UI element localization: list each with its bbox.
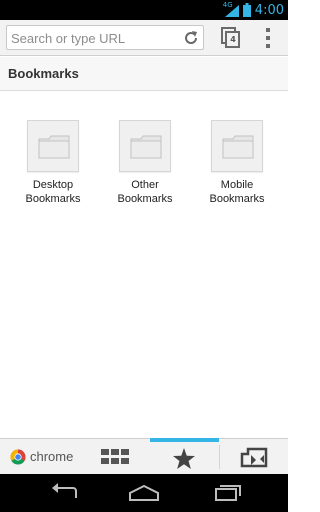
folder-icon	[38, 135, 70, 159]
signal-icon: 4G	[223, 1, 239, 17]
folder-label-line1: Other	[131, 179, 159, 191]
recent-apps-icon	[215, 485, 241, 501]
tab-switcher-button[interactable]: 4	[221, 27, 241, 49]
folder-mobile-bookmarks[interactable]: Mobile Bookmarks	[201, 120, 273, 206]
tab-count: 4	[230, 35, 236, 44]
back-button[interactable]	[44, 480, 84, 506]
tab-most-visited[interactable]	[80, 439, 150, 475]
grid-icon	[101, 449, 129, 464]
reload-icon[interactable]	[182, 29, 200, 47]
url-input[interactable]	[11, 28, 181, 48]
tab-bookmarks[interactable]	[150, 438, 219, 475]
folder-label-line1: Mobile	[220, 179, 254, 191]
folder-label-line2: Bookmarks	[25, 193, 81, 205]
home-icon	[129, 484, 159, 501]
chrome-brand-text: chrome	[30, 449, 74, 464]
bottom-tab-bar: chrome	[0, 438, 288, 474]
chrome-logo-icon	[10, 449, 26, 465]
clock: 4:00	[254, 2, 284, 18]
browser-toolbar: 4	[0, 20, 288, 56]
omnibox[interactable]	[6, 25, 204, 50]
page-title: Bookmarks	[8, 66, 79, 81]
folder-icon	[222, 135, 254, 159]
folder-thumbnail	[119, 120, 171, 172]
folder-other-bookmarks[interactable]: Other Bookmarks	[109, 120, 181, 206]
folder-icon	[130, 135, 162, 159]
status-icons: 4G 4:00	[223, 1, 284, 18]
star-icon	[173, 448, 195, 469]
folder-label-line2: Bookmarks	[209, 193, 265, 205]
recent-apps-button[interactable]	[206, 480, 246, 506]
battery-icon	[242, 3, 251, 17]
folder-label-line2: Bookmarks	[117, 193, 173, 205]
back-icon	[52, 483, 77, 498]
folder-label-line1: Desktop	[32, 179, 74, 191]
status-bar: 4G 4:00	[0, 0, 288, 20]
folder-thumbnail	[27, 120, 79, 172]
folder-thumbnail	[211, 120, 263, 172]
devices-icon	[240, 447, 268, 468]
tab-other-devices[interactable]	[220, 439, 288, 475]
folder-desktop-bookmarks[interactable]: Desktop Bookmarks	[17, 120, 89, 206]
bookmarks-header: Bookmarks	[0, 57, 288, 91]
overflow-menu-icon[interactable]	[262, 28, 274, 48]
system-nav-bar	[0, 474, 288, 512]
chrome-brand: chrome	[0, 439, 80, 475]
home-button[interactable]	[124, 480, 164, 506]
screen: 4G 4:00 Search or type URL 4 Bookmarks D…	[0, 0, 288, 512]
bookmarks-grid: Desktop Bookmarks Other Bookmarks Mobile	[0, 92, 288, 438]
